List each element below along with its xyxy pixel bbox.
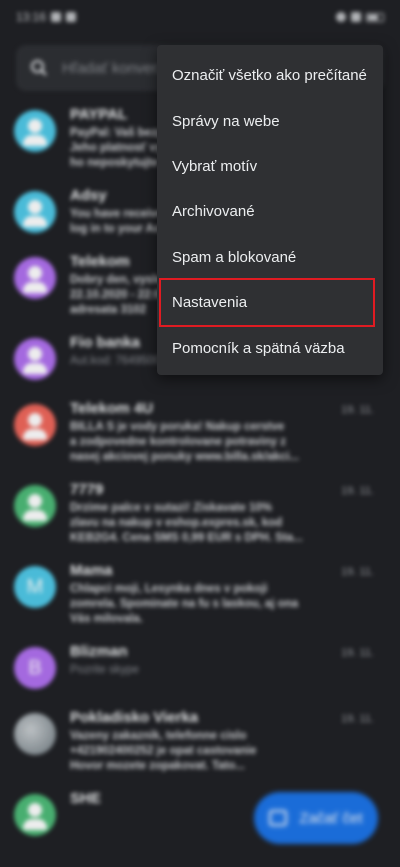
chat-add-icon bbox=[269, 810, 288, 826]
conversation-time: 19. 11. bbox=[341, 485, 374, 497]
conversation-snippet: Chlapci moji, Lesynka dnes v pokoji zomr… bbox=[70, 583, 299, 625]
contact-avatar bbox=[14, 485, 56, 527]
person-icon bbox=[14, 257, 56, 299]
contact-avatar bbox=[14, 110, 56, 152]
contact-avatar: M bbox=[14, 566, 56, 608]
contact-avatar bbox=[14, 794, 56, 836]
person-icon bbox=[14, 338, 56, 380]
conversation-row[interactable]: M Mama Chlapci moji, Lesynka dnes v pokoji… bbox=[0, 556, 400, 637]
contact-avatar: B bbox=[14, 647, 56, 689]
menu-item-choose-theme[interactable]: Vybrať motív bbox=[157, 144, 383, 189]
contact-avatar bbox=[14, 257, 56, 299]
menu-item-settings[interactable]: Nastavenia bbox=[159, 277, 375, 328]
conversation-snippet: BILLA S je vody poruka! Nakup cerstve a … bbox=[70, 421, 300, 463]
menu-item-spam-blocked[interactable]: Spam a blokované bbox=[157, 235, 383, 280]
conversation-snippet: Vazeny zakaznik, telefonne cislo +421902… bbox=[70, 730, 257, 772]
conversation-name: Pokladisko Vierka bbox=[70, 709, 199, 726]
menu-item-help-feedback[interactable]: Pomocník a spätná väzba bbox=[157, 325, 383, 370]
contact-avatar bbox=[14, 191, 56, 233]
conversation-name: Telekom 4U bbox=[70, 400, 154, 417]
conversation-row[interactable]: Telekom 4U BILLA S je vody poruka! Nakup … bbox=[0, 394, 400, 475]
conversation-time: 19. 11. bbox=[341, 404, 374, 416]
contact-avatar bbox=[14, 404, 56, 446]
conversation-name: 7779 bbox=[70, 481, 104, 498]
menu-item-mark-all-read[interactable]: Označiť všetko ako prečítané bbox=[157, 53, 383, 98]
status-time: 13:16 bbox=[16, 10, 47, 24]
conversation-time: 19. 11. bbox=[341, 713, 374, 725]
conversation-time: 19. 11. bbox=[341, 566, 374, 578]
wifi-icon bbox=[336, 12, 346, 22]
person-icon bbox=[14, 110, 56, 152]
conversation-name: Mama bbox=[70, 562, 113, 579]
conversation-snippet: Pozrite skype bbox=[70, 664, 140, 676]
conversation-row[interactable]: B Blizman Pozrite skype 19. 11. bbox=[0, 637, 400, 703]
contact-avatar bbox=[14, 338, 56, 380]
notification-icon bbox=[51, 12, 62, 22]
notification-icon bbox=[66, 12, 77, 22]
search-icon bbox=[31, 60, 47, 76]
overflow-menu: Označiť všetko ako prečítané Správy na we… bbox=[157, 45, 383, 375]
conversation-row[interactable]: Pokladisko Vierka Vazeny zakaznik, telefo… bbox=[0, 703, 400, 784]
avatar-initial: B bbox=[28, 656, 42, 679]
contact-avatar bbox=[14, 713, 56, 755]
battery-icon bbox=[366, 12, 384, 22]
status-bar: 13:16 bbox=[0, 0, 400, 34]
conversation-snippet: Drzime palce v sutazi! Ziskavate 10% zla… bbox=[70, 502, 303, 544]
person-icon bbox=[14, 794, 56, 836]
start-chat-button[interactable]: Začať čet bbox=[254, 792, 378, 844]
conversation-name: Blizman bbox=[70, 643, 128, 660]
person-icon bbox=[14, 191, 56, 233]
signal-icon bbox=[351, 12, 361, 22]
person-icon bbox=[14, 404, 56, 446]
menu-item-archived[interactable]: Archivované bbox=[157, 189, 383, 234]
start-chat-label: Začať čet bbox=[299, 809, 363, 827]
person-icon bbox=[14, 485, 56, 527]
conversation-row[interactable]: 7779 Drzime palce v sutazi! Ziskavate 10%… bbox=[0, 475, 400, 556]
conversation-time: 19. 11. bbox=[341, 647, 374, 659]
menu-item-messages-for-web[interactable]: Správy na webe bbox=[157, 98, 383, 143]
avatar-initial: M bbox=[26, 575, 44, 598]
